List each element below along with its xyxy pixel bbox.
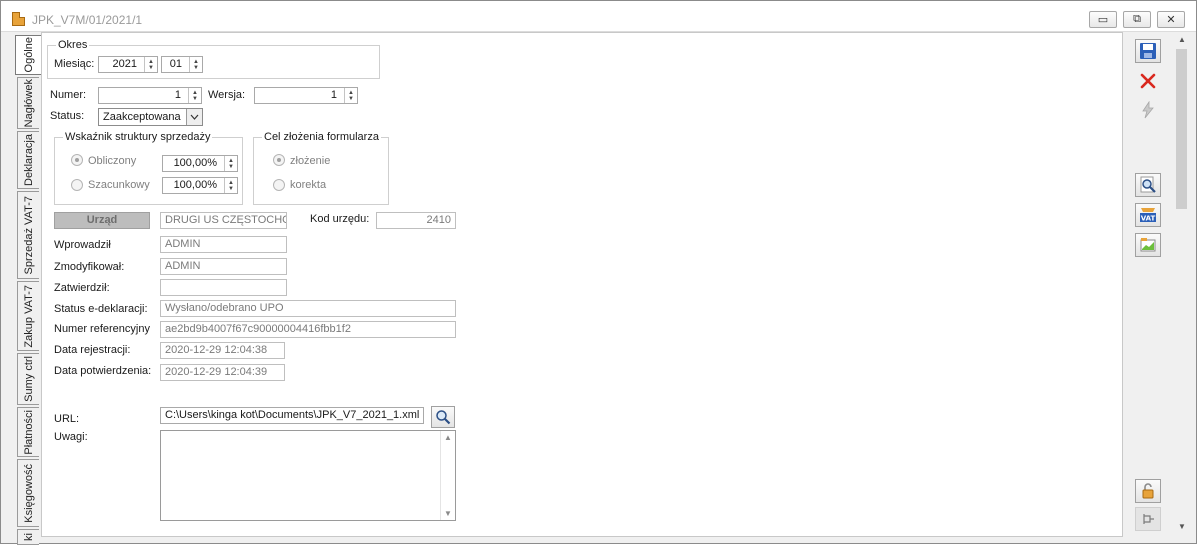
- uwagi-scrollbar[interactable]: ▲ ▼: [440, 431, 455, 520]
- obliczony-percent-stepper[interactable]: 100,00% ▲ ▼: [162, 155, 238, 172]
- form-panel: Okres Miesiąc: 2021 ▲ ▼ 01 ▲ ▼ Numer: 1 ▲ ▼…: [41, 32, 1123, 537]
- korekta-label: korekta: [290, 179, 327, 191]
- obliczony-radio[interactable]: [71, 154, 83, 166]
- lock-icon: [1142, 483, 1154, 499]
- send-button[interactable]: [1135, 98, 1161, 122]
- tab-naglowek[interactable]: Nagłówek: [17, 77, 39, 129]
- close-window-button[interactable]: ✕: [1157, 11, 1185, 28]
- zmodyfikowal-field[interactable]: ADMIN: [160, 258, 287, 275]
- wprowadzil-field[interactable]: ADMIN: [160, 236, 287, 253]
- url-label: URL:: [54, 413, 80, 425]
- restore-button[interactable]: ⧉: [1123, 11, 1151, 28]
- scrollbar-thumb[interactable]: [1176, 49, 1187, 209]
- numer-referencyjny-field[interactable]: ae2bd9b4007f67c90000004416fbb1f2: [160, 321, 456, 338]
- window-scrollbar[interactable]: ▲ ▼: [1173, 32, 1191, 537]
- zatwierdzil-field[interactable]: [160, 279, 287, 296]
- tab-sumy-ctrl[interactable]: Sumy ctrl: [17, 353, 39, 405]
- pin-button[interactable]: [1135, 507, 1161, 531]
- month-stepper[interactable]: 01 ▲ ▼: [161, 56, 203, 73]
- magnifier-icon: [1140, 176, 1156, 193]
- year-stepper[interactable]: 2021 ▲ ▼: [98, 56, 158, 73]
- data-potwierdzenia-label: Data potwierdzenia:: [54, 365, 152, 377]
- scroll-up-icon[interactable]: ▲: [444, 433, 452, 442]
- numer-spin-arrows[interactable]: ▲ ▼: [188, 88, 201, 103]
- document-icon: [12, 12, 25, 26]
- data-rejestracji-field[interactable]: 2020-12-29 12:04:38: [160, 342, 285, 359]
- tab-deklaracja[interactable]: Deklaracja: [17, 131, 39, 189]
- numer-stepper[interactable]: 1 ▲ ▼: [98, 87, 202, 104]
- month-spin-arrows[interactable]: ▲ ▼: [189, 57, 202, 72]
- save-button[interactable]: [1135, 39, 1161, 63]
- tab-ogolne[interactable]: Ogólne: [15, 35, 41, 75]
- obliczony-label: Obliczony: [88, 155, 137, 167]
- preview-button[interactable]: [1135, 173, 1161, 197]
- zmodyfikowal-label: Zmodyfikował:: [54, 261, 125, 273]
- chart-button[interactable]: [1135, 233, 1161, 257]
- main-window: JPK_V7M/01/2021/1 ▭ ⧉ ✕ Ogólne Nagłówek …: [0, 0, 1197, 545]
- obliczony-spin-arrows[interactable]: ▲ ▼: [224, 156, 237, 171]
- wprowadzil-label: Wprowadził: [54, 239, 111, 251]
- scroll-down-icon[interactable]: ▼: [444, 509, 452, 518]
- year-spin-arrows[interactable]: ▲ ▼: [144, 57, 157, 72]
- zlozenie-radio[interactable]: [273, 154, 285, 166]
- tab-zakup-vat7[interactable]: Zakup VAT-7: [17, 281, 39, 351]
- delete-button[interactable]: [1135, 69, 1161, 93]
- szacunkowy-spin-arrows[interactable]: ▲ ▼: [224, 178, 237, 193]
- wersja-stepper[interactable]: 1 ▲ ▼: [254, 87, 358, 104]
- lightning-icon: [1142, 101, 1154, 119]
- okres-group: Okres: [47, 39, 380, 79]
- miesiac-label: Miesiąc:: [54, 58, 95, 70]
- chevron-down-icon[interactable]: [186, 109, 202, 125]
- status-edeklaracji-field[interactable]: Wysłano/odebrano UPO: [160, 300, 456, 317]
- urzad-button[interactable]: Urząd: [54, 212, 150, 229]
- vertical-tab-strip: Ogólne Nagłówek Deklaracja Sprzedaż VAT-…: [15, 32, 41, 545]
- status-edeklaracji-label: Status e-deklaracji:: [54, 303, 148, 315]
- zlozenie-label: złożenie: [290, 155, 331, 167]
- okres-group-title: Okres: [56, 39, 90, 51]
- urzad-field[interactable]: DRUGI US CZĘSTOCHOW: [160, 212, 287, 229]
- url-field[interactable]: C:\Users\kinga kot\Documents\JPK_V7_2021…: [160, 407, 424, 424]
- vat-icon: VAT: [1140, 208, 1156, 223]
- wersja-label: Wersja:: [208, 89, 246, 101]
- save-icon: [1140, 43, 1156, 59]
- vat-button[interactable]: VAT: [1135, 203, 1161, 227]
- title-bar: JPK_V7M/01/2021/1 ▭ ⧉ ✕: [1, 1, 1196, 32]
- wersja-spin-arrows[interactable]: ▲ ▼: [344, 88, 357, 103]
- delete-icon: [1140, 73, 1156, 89]
- zatwierdzil-label: Zatwierdził:: [54, 282, 110, 294]
- uwagi-textarea[interactable]: ▲ ▼: [160, 430, 456, 521]
- window-title: JPK_V7M/01/2021/1: [32, 13, 143, 27]
- szacunkowy-percent-stepper[interactable]: 100,00% ▲ ▼: [162, 177, 238, 194]
- browse-url-button[interactable]: [431, 406, 455, 428]
- cel-group: Cel złożenia formularza: [253, 131, 389, 205]
- tab-platnosci[interactable]: Płatności: [17, 407, 39, 457]
- tab-ksiegowosc[interactable]: Księgowość: [17, 459, 39, 527]
- kod-urzedu-field[interactable]: 2410: [376, 212, 456, 229]
- scroll-up-icon[interactable]: ▲: [1178, 35, 1186, 44]
- pin-icon: [1143, 514, 1154, 524]
- numer-label: Numer:: [50, 89, 87, 101]
- wskaznik-group-title: Wskaźnik struktury sprzedaży: [63, 131, 213, 143]
- lock-button[interactable]: [1135, 479, 1161, 503]
- cel-group-title: Cel złożenia formularza: [262, 131, 381, 143]
- tab-sprzedaz-vat7[interactable]: Sprzedaż VAT-7: [17, 191, 39, 279]
- chart-icon: [1140, 238, 1156, 252]
- status-select[interactable]: Zaakceptowana: [98, 108, 203, 126]
- status-label: Status:: [50, 110, 85, 122]
- uwagi-label: Uwagi:: [54, 431, 88, 443]
- scroll-down-icon[interactable]: ▼: [1178, 522, 1186, 531]
- kod-urzedu-label: Kod urzędu:: [310, 213, 370, 225]
- data-rejestracji-label: Data rejestracji:: [54, 344, 131, 356]
- szacunkowy-radio[interactable]: [71, 179, 83, 191]
- minimize-button[interactable]: ▭: [1089, 11, 1117, 28]
- magnifier-icon: [436, 410, 451, 425]
- svg-text:VAT: VAT: [1141, 215, 1156, 223]
- tab-more[interactable]: ki: [17, 529, 39, 545]
- korekta-radio[interactable]: [273, 179, 285, 191]
- szacunkowy-label: Szacunkowy: [88, 179, 150, 191]
- data-potwierdzenia-field[interactable]: 2020-12-29 12:04:39: [160, 364, 285, 381]
- numer-referencyjny-label: Numer referencyjny: [54, 323, 150, 335]
